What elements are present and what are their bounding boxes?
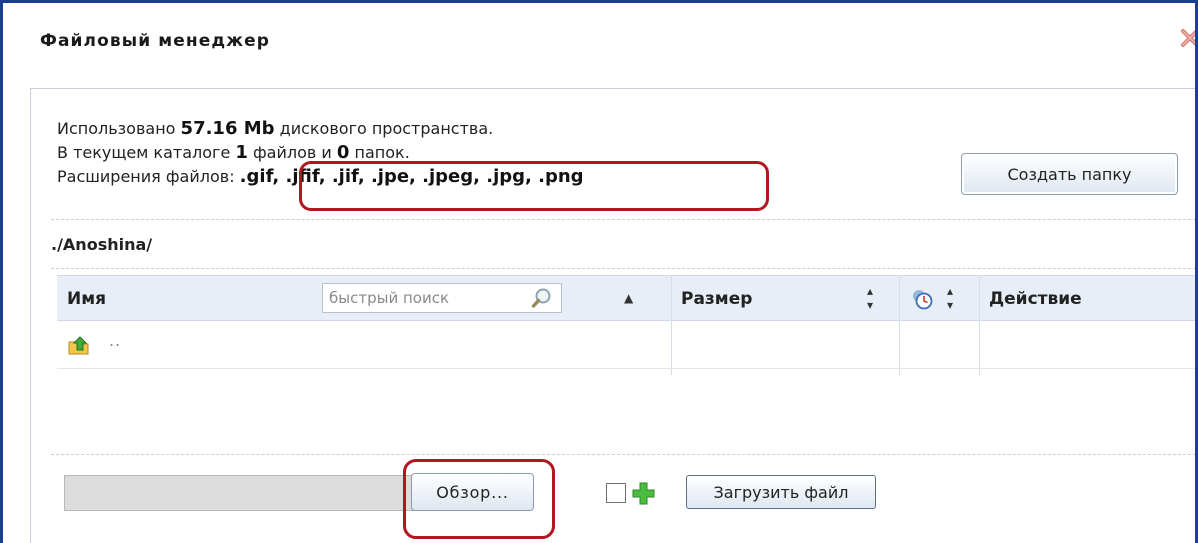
current-path: ./Anoshina/ — [51, 235, 153, 254]
window-title: Файловый менеджер — [40, 31, 271, 51]
disk-info: Использовано 57.16 Mb дискового простран… — [57, 117, 584, 189]
folders-count: 0 — [336, 142, 350, 163]
clock-icon[interactable] — [909, 286, 935, 312]
close-icon[interactable] — [1179, 27, 1198, 49]
parent-dir-label[interactable]: .. — [109, 331, 121, 350]
used-space-value: 57.16 Mb — [180, 118, 275, 139]
sort-name-asc-icon[interactable]: ▲ — [624, 291, 633, 305]
directory-count-line: В текущем каталоге 1 файлов и 0 папок. — [57, 141, 584, 165]
browse-button[interactable]: Обзор... — [411, 473, 534, 511]
files-count: 1 — [235, 142, 248, 163]
file-table: Имя ▲ Размер ▴▾ ▴▾ Действие — [57, 275, 1195, 375]
file-path-field[interactable] — [64, 475, 414, 511]
divider — [51, 268, 1195, 269]
sort-size-icon[interactable]: ▴ ▾ — [867, 284, 873, 312]
used-space-line: Использовано 57.16 Mb дискового простран… — [57, 117, 584, 141]
plus-icon[interactable] — [631, 481, 656, 506]
column-header-action: Действие — [989, 289, 1082, 309]
dir-count-middle: файлов и — [247, 143, 337, 162]
search-icon[interactable] — [531, 287, 553, 309]
used-space-prefix: Использовано — [57, 119, 181, 138]
quick-search[interactable] — [322, 283, 562, 313]
table-header: Имя ▲ Размер ▴▾ ▴▾ Действие — [57, 275, 1195, 322]
upload-file-button[interactable]: Загрузить файл — [686, 475, 876, 509]
file-manager-panel: Использовано 57.16 Mb дискового простран… — [30, 88, 1195, 543]
title-bar: Файловый менеджер — [3, 3, 1195, 85]
create-folder-button[interactable]: Создать папку — [961, 153, 1178, 195]
upload-area: Обзор... Загрузить файл — [31, 449, 1195, 543]
extensions-label: Расширения файлов: — [57, 167, 240, 186]
divider — [51, 219, 1195, 220]
add-more-checkbox[interactable] — [606, 483, 626, 503]
dir-count-prefix: В текущем каталоге — [57, 143, 236, 162]
extensions-line: Расширения файлов: .gif, .jfif, .jif, .j… — [57, 165, 584, 189]
used-space-suffix: дискового пространства. — [274, 119, 494, 138]
table-row[interactable]: .. — [57, 321, 1195, 369]
file-manager-window: Файловый менеджер Использовано 57.16 Mb … — [0, 0, 1198, 543]
up-folder-icon[interactable] — [67, 333, 91, 357]
search-input[interactable] — [323, 284, 513, 312]
dir-count-suffix: папок. — [349, 143, 410, 162]
sort-date-icon[interactable]: ▴ ▾ — [947, 284, 953, 312]
column-header-name[interactable]: Имя — [67, 276, 106, 322]
column-header-size[interactable]: Размер — [681, 276, 752, 322]
extensions-list: .gif, .jfif, .jif, .jpe, .jpeg, .jpg, .p… — [239, 166, 584, 187]
